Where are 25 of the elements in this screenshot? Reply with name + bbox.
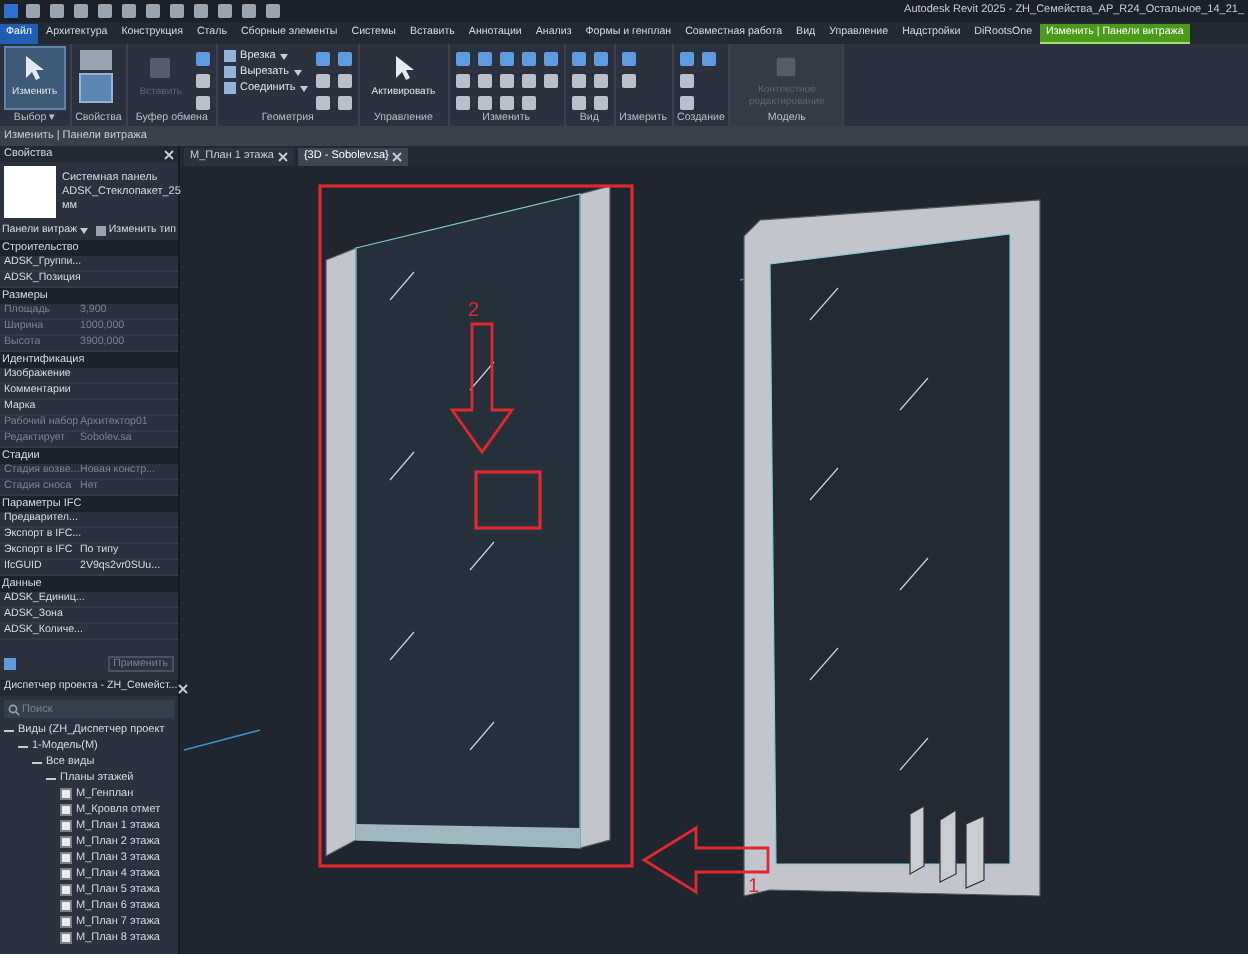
collapse-icon[interactable] [46, 773, 56, 783]
annotation-label: 2 [468, 300, 480, 322]
collapse-icon[interactable] [4, 725, 14, 735]
caret-icon [79, 228, 88, 234]
properties-icon[interactable] [75, 46, 116, 106]
close-icon[interactable] [164, 149, 174, 159]
caret-icon [299, 85, 308, 91]
cursor-icon [20, 54, 49, 82]
arrow [449, 322, 515, 455]
reference-line [183, 729, 261, 751]
caret-icon [279, 53, 288, 59]
annotation-label: 1 [748, 876, 760, 898]
tool-icon [772, 54, 801, 80]
close-icon[interactable] [392, 152, 403, 162]
caret-icon [293, 69, 301, 75]
collapse-icon[interactable] [18, 741, 28, 751]
tool-icon [146, 54, 175, 82]
search-icon [8, 703, 20, 715]
close-icon[interactable] [277, 152, 288, 162]
collapse-icon[interactable] [32, 757, 42, 767]
close-icon[interactable] [177, 683, 188, 693]
type-preview [4, 166, 56, 218]
arrow [641, 825, 770, 895]
bracket-drawing[interactable] [909, 804, 985, 889]
glass-panel-drawing[interactable] [743, 199, 1041, 897]
